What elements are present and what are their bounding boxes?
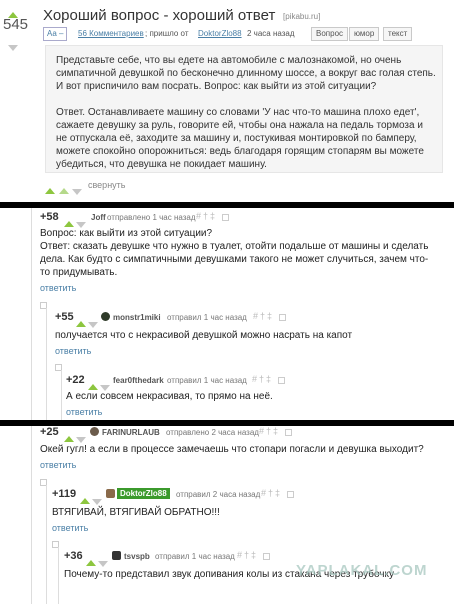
watermark: YAPLAKAL.COM (296, 562, 428, 579)
comment-score: +25 (40, 426, 59, 438)
thread-border (31, 426, 32, 604)
comment-time: отправил 1 час назад (167, 376, 247, 385)
comment-checkbox-icon[interactable] (278, 377, 285, 384)
post-downvote-icon[interactable] (8, 38, 18, 56)
comment-author[interactable]: FARINURLAUB (102, 428, 160, 437)
nested-thread-border (58, 547, 59, 604)
comment-author-badge[interactable]: DoktorZlo88 (117, 488, 170, 499)
tag-vopros[interactable]: Вопрос (311, 27, 349, 41)
reply-link[interactable]: ответить (40, 283, 76, 293)
comment-time: отправил 2 часа назад (176, 490, 261, 499)
post-paragraph-answer: Ответ. Останавливаете машину со словами … (56, 107, 424, 170)
comment-time: отправил 1 час назад (167, 313, 247, 322)
comment-time: отправил 1 час назад (155, 552, 235, 561)
comment-author[interactable]: fear0fthedark (113, 376, 164, 385)
post-source: [pikabu.ru] (283, 12, 321, 21)
comment-actions-icon[interactable]: #†‡ (237, 550, 258, 560)
comment-text: А если совсем некрасивая, то прямо на не… (66, 391, 273, 402)
reply-link[interactable]: ответить (66, 407, 102, 417)
comment-score: +119 (52, 488, 77, 500)
avatar (112, 551, 121, 560)
thread-border (31, 208, 32, 420)
comment-actions-icon[interactable]: #†‡ (252, 374, 273, 384)
post-title[interactable]: Хороший вопрос - хороший ответ (43, 7, 275, 24)
comment-author[interactable]: Joff (91, 213, 106, 222)
post-meta-prefix: ; пришло от (145, 29, 189, 38)
comment-checkbox-icon[interactable] (222, 214, 229, 221)
post-vote-up-icon[interactable] (45, 181, 55, 199)
comment-checkbox-icon[interactable] (263, 553, 270, 560)
comment-score: +36 (64, 550, 83, 562)
post-body: Представьте себе, что вы едете на автомо… (45, 45, 443, 173)
comment-score: +58 (40, 211, 59, 223)
tag-yumor[interactable]: юмор (349, 27, 380, 41)
comment-checkbox-icon[interactable] (287, 491, 294, 498)
comment-score: +22 (66, 374, 85, 386)
reply-link[interactable]: ответить (40, 460, 76, 470)
comment-author[interactable]: monstr1miki (113, 313, 161, 322)
comment-text: получается что с некрасивой девушкой мож… (55, 330, 353, 341)
avatar (90, 427, 99, 436)
comment-time: отправлено 2 часа назад (166, 428, 259, 437)
post-paragraph-question: Представьте себе, что вы едете на автомо… (56, 55, 436, 92)
post-vote-up2-icon[interactable] (59, 181, 69, 199)
post-author[interactable]: DoktorZlo88 (198, 29, 242, 38)
comments-link[interactable]: 56 Комментариев (78, 29, 144, 38)
comment-text: ВТЯГИВАЙ, ВТЯГИВАЙ ОБРАТНО!!! (52, 507, 220, 518)
comment-actions-icon[interactable]: #†‡ (253, 311, 274, 321)
comment-author[interactable]: tsvspb (124, 552, 150, 561)
avatar (101, 312, 110, 321)
comment-checkbox-icon[interactable] (285, 429, 292, 436)
comment-score: +55 (55, 311, 74, 323)
nested-thread-border (46, 308, 47, 420)
comment-actions-icon[interactable]: #†‡ (259, 426, 280, 436)
post-vote-down-icon[interactable] (72, 182, 82, 200)
collapse-link[interactable]: свернуть (88, 180, 125, 190)
comment-actions-icon[interactable]: #†‡ (196, 211, 217, 221)
reply-link[interactable]: ответить (55, 346, 91, 356)
font-size-toggle[interactable]: Aa – (43, 27, 68, 41)
nested-thread-border (61, 370, 62, 420)
comments-section-2: +25 FARINURLAUB отправлено 2 часа назад … (0, 426, 454, 604)
post-section: 545 Хороший вопрос - хороший ответ [pika… (0, 0, 454, 202)
post-rating: 545 (3, 16, 29, 33)
reply-link[interactable]: ответить (52, 523, 88, 533)
comment-checkbox-icon[interactable] (279, 314, 286, 321)
comment-text: Вопрос: как выйти из этой ситуации? Отве… (40, 228, 429, 278)
comment-actions-icon[interactable]: #†‡ (261, 488, 282, 498)
avatar (106, 489, 115, 498)
post-time: 2 часа назад (247, 29, 295, 38)
comments-section-1: +58 Joff отправлено 1 час назад #†‡ Вопр… (0, 208, 454, 420)
comment-time: отправлено 1 час назад (107, 213, 196, 222)
comment-text: Окей гугл! а если в процессе замечаешь ч… (40, 444, 424, 455)
tag-tekst[interactable]: текст (383, 27, 413, 41)
nested-thread-border (46, 485, 47, 604)
